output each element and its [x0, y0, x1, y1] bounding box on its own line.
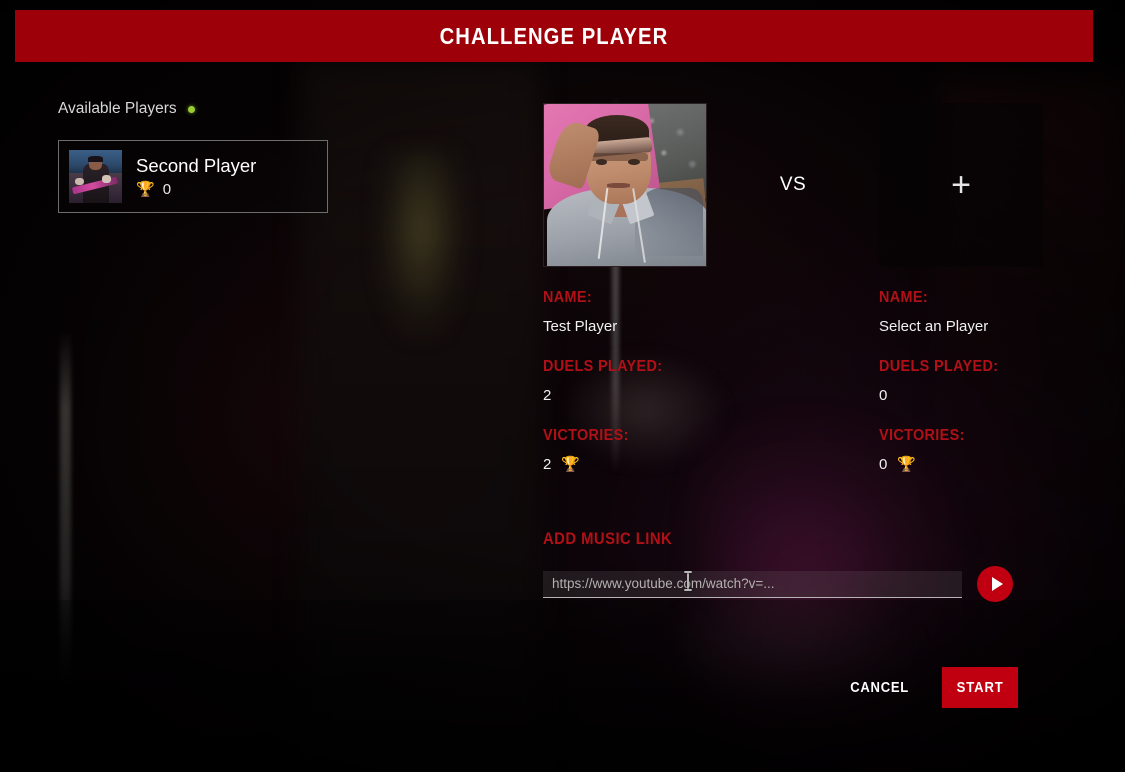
- dialog-actions: CANCEL START: [841, 667, 1018, 708]
- start-button[interactable]: START: [942, 667, 1018, 708]
- player-victories-value: 0: [162, 181, 172, 198]
- player-card-text: Second Player 🏆 0: [136, 155, 256, 198]
- header-bar: CHALLENGE PLAYER: [15, 10, 1093, 62]
- duel-avatars-row: VS +: [543, 103, 1043, 267]
- online-status-dot: [187, 105, 195, 113]
- trophy-icon: 🏆: [561, 456, 581, 473]
- name-value: Select an Player: [879, 318, 989, 335]
- name-value: Test Player: [543, 318, 618, 335]
- duels-played-label: DUELS PLAYED:: [879, 358, 999, 375]
- add-music-link-label: ADD MUSIC LINK: [543, 530, 673, 548]
- plus-icon: +: [951, 166, 971, 204]
- stats-gap: [707, 289, 879, 473]
- available-players-panel: Available Players Second Player 🏆 0: [58, 100, 358, 213]
- vs-label: VS: [779, 174, 807, 195]
- play-music-button[interactable]: [977, 566, 1013, 602]
- victories-row: 0 🏆: [879, 456, 1043, 473]
- victories-label: VICTORIES:: [543, 427, 629, 444]
- vs-separator: VS: [707, 103, 879, 267]
- trophy-icon: 🏆: [136, 181, 155, 198]
- page-title: CHALLENGE PLAYER: [439, 22, 669, 49]
- name-label: NAME:: [543, 289, 592, 306]
- player-avatar: [69, 150, 122, 203]
- victories-row: 2 🏆: [543, 456, 707, 473]
- victories-value: 2: [543, 456, 552, 473]
- duels-played-value: 2: [543, 387, 552, 404]
- left-player-portrait: [543, 103, 707, 267]
- trophy-icon: 🏆: [897, 456, 917, 473]
- duels-played-value: 0: [879, 387, 888, 404]
- music-link-row: [543, 566, 1013, 602]
- music-link-section: ADD MUSIC LINK: [543, 530, 1013, 602]
- list-item[interactable]: Second Player 🏆 0: [58, 140, 328, 213]
- available-players-label: Available Players: [58, 100, 177, 117]
- available-players-heading: Available Players: [58, 100, 358, 118]
- play-icon: [991, 577, 1003, 591]
- duels-played-label: DUELS PLAYED:: [543, 358, 663, 375]
- duel-stats-row: NAME: Test Player DUELS PLAYED: 2 VICTOR…: [543, 289, 1043, 473]
- start-button-label: START: [956, 679, 1004, 696]
- duel-panel: VS + NAME: Test Player DUELS PLAYED: 2 V…: [543, 103, 1043, 473]
- name-label: NAME:: [879, 289, 928, 306]
- right-player-stats: NAME: Select an Player DUELS PLAYED: 0 V…: [879, 289, 1043, 473]
- victories-label: VICTORIES:: [879, 427, 965, 444]
- victories-value: 0: [879, 456, 888, 473]
- left-player-stats: NAME: Test Player DUELS PLAYED: 2 VICTOR…: [543, 289, 707, 473]
- add-player-slot[interactable]: +: [879, 103, 1043, 267]
- cancel-button[interactable]: CANCEL: [845, 672, 914, 704]
- music-link-input[interactable]: [543, 570, 963, 598]
- player-victories: 🏆 0: [136, 181, 256, 198]
- player-name: Second Player: [136, 155, 257, 176]
